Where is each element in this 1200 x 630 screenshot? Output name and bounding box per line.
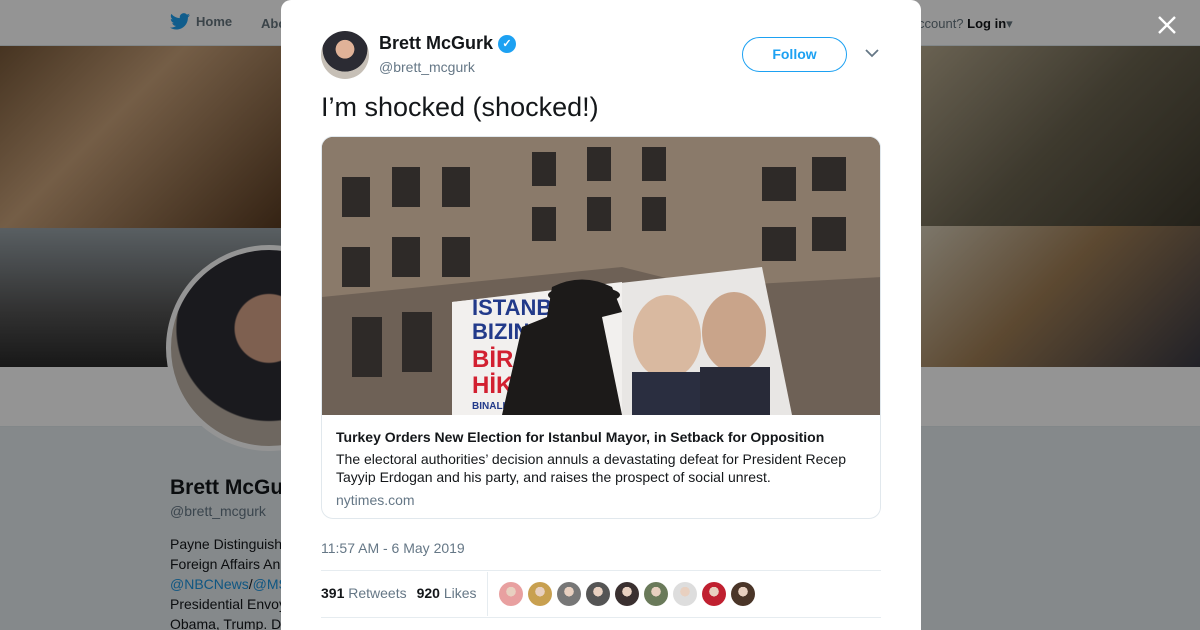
tweet-stats: 391 Retweets 920 Likes — [321, 585, 477, 601]
divider — [321, 617, 881, 618]
follow-button[interactable]: Follow — [742, 37, 847, 72]
tweet-author-name-row[interactable]: Brett McGurk ✓ — [379, 33, 517, 54]
liker-avatars — [499, 582, 755, 606]
verified-badge-icon: ✓ — [498, 34, 517, 53]
divider — [321, 570, 881, 571]
card-image[interactable]: ISTANB BIZIN BİR HİK BINALI Y — [322, 137, 880, 415]
likes-count: 920 — [416, 585, 440, 601]
tweet-author-avatar[interactable] — [321, 31, 369, 79]
link-preview-card[interactable]: ISTANB BIZIN BİR HİK BINALI Y Turkey Ord… — [321, 136, 881, 519]
tweet-timestamp[interactable]: 11:57 AM - 6 May 2019 — [321, 540, 465, 556]
divider — [487, 572, 488, 616]
close-icon — [1158, 16, 1176, 34]
card-domain: nytimes.com — [336, 492, 415, 508]
liker-avatar[interactable] — [673, 582, 697, 606]
tweet-author-handle[interactable]: @brett_mcgurk — [379, 59, 475, 75]
likes-label: Likes — [443, 585, 477, 601]
close-modal-button[interactable] — [1152, 10, 1182, 40]
card-title[interactable]: Turkey Orders New Election for Istanbul … — [336, 429, 824, 445]
likes-stat[interactable]: 920 Likes — [417, 585, 477, 601]
tweet-text: I’m shocked (shocked!) — [321, 92, 599, 122]
banner-text: ISTANB — [472, 295, 552, 320]
tweet-options-chevron-down-icon[interactable] — [863, 44, 881, 62]
liker-avatar[interactable] — [702, 582, 726, 606]
liker-avatar[interactable] — [731, 582, 755, 606]
retweets-label: Retweets — [348, 585, 407, 601]
card-description: The electoral authorities’ decision annu… — [336, 451, 847, 485]
banner-text: BİR — [472, 346, 513, 373]
retweets-count: 391 — [321, 585, 345, 601]
liker-avatar[interactable] — [528, 582, 552, 606]
liker-avatar[interactable] — [557, 582, 581, 606]
liker-avatar[interactable] — [499, 582, 523, 606]
tweet-modal: Brett McGurk ✓ @brett_mcgurk Follow I’m … — [281, 0, 921, 630]
liker-avatar[interactable] — [586, 582, 610, 606]
tweet-author-name[interactable]: Brett McGurk — [379, 33, 493, 54]
liker-avatar[interactable] — [615, 582, 639, 606]
retweets-stat[interactable]: 391 Retweets — [321, 585, 407, 601]
liker-avatar[interactable] — [644, 582, 668, 606]
